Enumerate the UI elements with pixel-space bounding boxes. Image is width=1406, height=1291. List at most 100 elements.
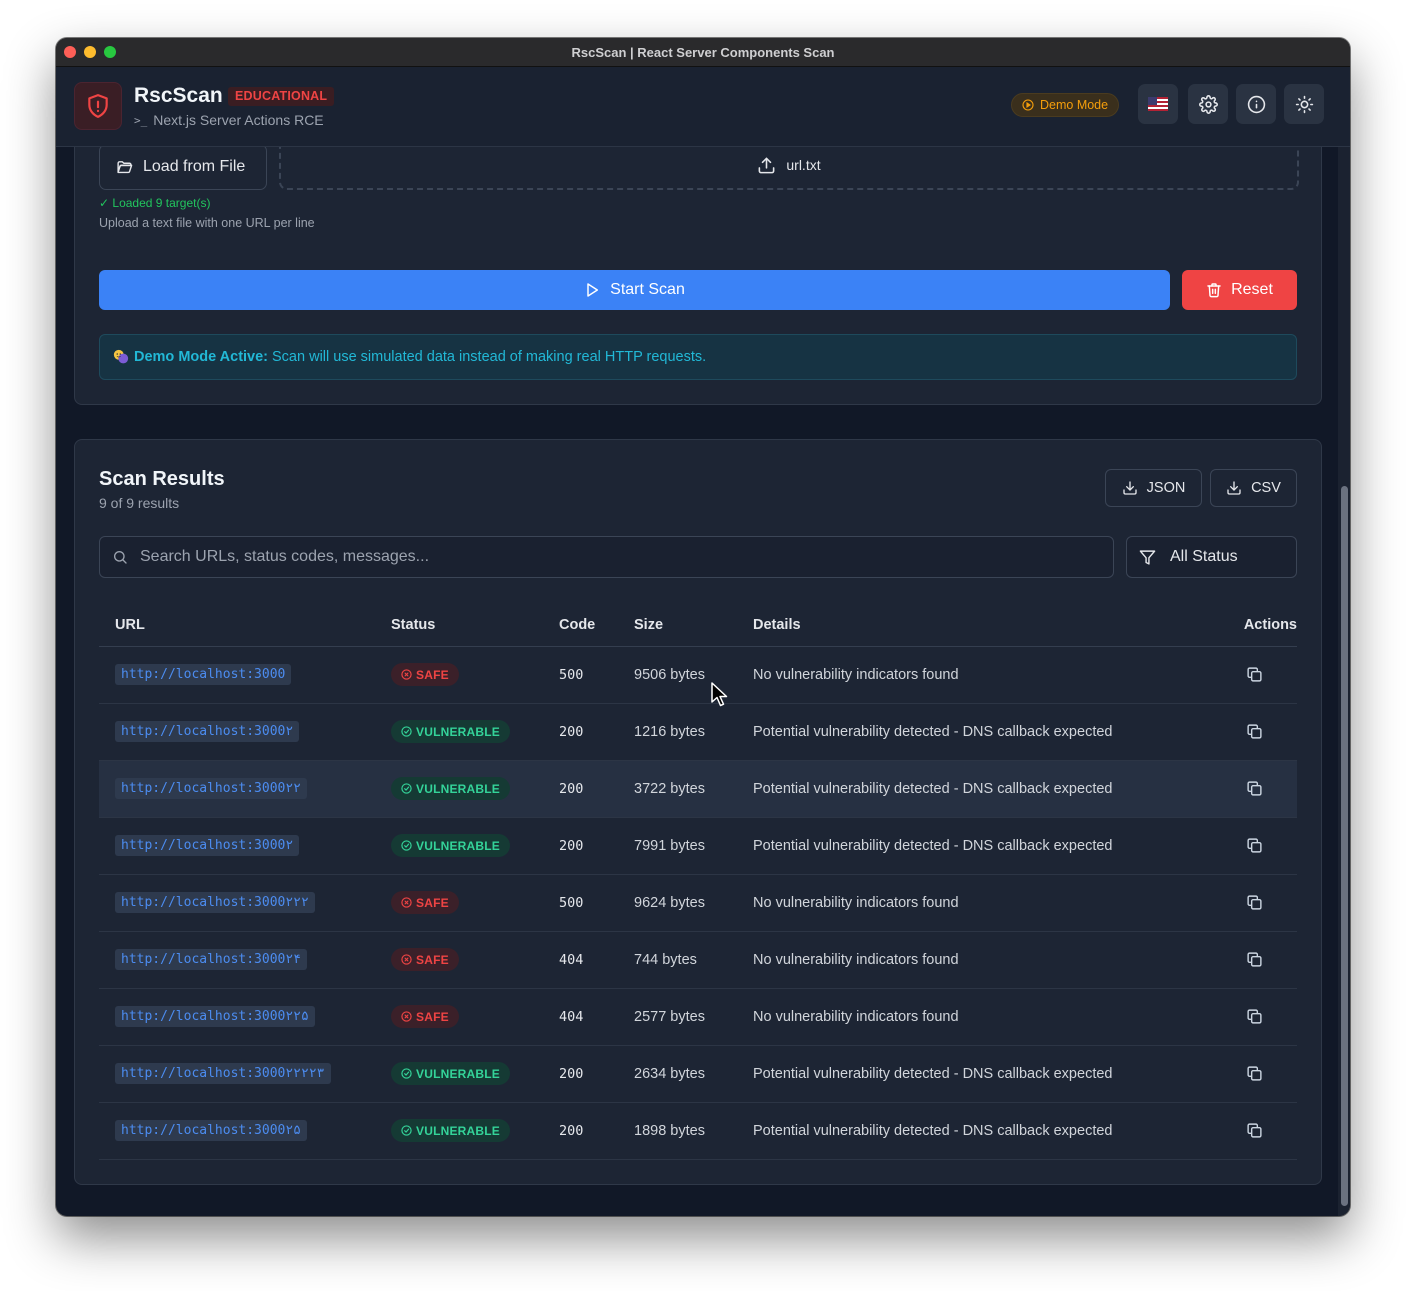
cell-status: SAFE: [391, 874, 559, 932]
shield-logo-icon: [74, 82, 122, 130]
cell-url: http://localhost:3000۲۲۵: [99, 988, 391, 1046]
cell-actions: [1207, 646, 1297, 704]
status-code: 500: [559, 666, 584, 683]
cell-url: http://localhost:3000۲۲۲: [99, 874, 391, 932]
window-title: RscScan | React Server Components Scan: [571, 44, 835, 60]
vertical-scrollbar[interactable]: [1338, 147, 1350, 1216]
copy-button[interactable]: [1242, 1118, 1266, 1142]
copy-button[interactable]: [1242, 833, 1266, 857]
copy-icon: [1246, 1066, 1262, 1081]
url-chip[interactable]: http://localhost:3000۲۲: [115, 778, 308, 799]
upload-icon: [758, 157, 775, 173]
settings-button[interactable]: [1188, 84, 1228, 124]
cell-actions: [1207, 817, 1297, 875]
export-csv-button[interactable]: CSV: [1210, 469, 1297, 507]
status-badge: VULNERABLE: [391, 1062, 511, 1085]
column-header-status[interactable]: Status: [391, 604, 559, 647]
search-input[interactable]: [140, 548, 1040, 566]
url-chip[interactable]: http://localhost:3000۲۴: [115, 949, 308, 970]
url-chip[interactable]: http://localhost:3000۲۲۲: [115, 892, 315, 913]
copy-button[interactable]: [1242, 662, 1266, 686]
export-json-button[interactable]: JSON: [1105, 469, 1202, 507]
info-button[interactable]: [1236, 84, 1276, 124]
cell-details: Potential vulnerability detected - DNS c…: [753, 817, 1207, 875]
gear-icon: [1198, 94, 1218, 114]
status-filter-select[interactable]: All Status: [1126, 536, 1297, 578]
column-header-details[interactable]: Details: [753, 604, 1207, 647]
copy-button[interactable]: [1242, 1061, 1266, 1085]
status-code: 500: [559, 894, 584, 911]
cell-details: No vulnerability indicators found: [753, 988, 1207, 1046]
copy-button[interactable]: [1242, 776, 1266, 800]
check-circle-icon: [401, 1125, 412, 1136]
cell-actions: [1207, 931, 1297, 989]
reset-button[interactable]: Reset: [1182, 270, 1297, 310]
cell-size: 9624 bytes: [634, 874, 753, 932]
status-filter-value: All Status: [1170, 548, 1238, 565]
cell-url: http://localhost:3000۲۲۲۲۳: [99, 1045, 391, 1103]
app-header: RscScan EDUCATIONAL >_ Next.js Server Ac…: [56, 67, 1350, 147]
check-circle-icon: [401, 726, 412, 737]
main-content: Load from File url.txt ✓ Loaded 9 target…: [56, 147, 1350, 1216]
start-scan-button[interactable]: Start Scan: [99, 270, 1170, 310]
us-flag-icon: [1148, 97, 1168, 111]
scrollbar-thumb[interactable]: [1341, 486, 1348, 1206]
load-from-file-button[interactable]: Load from File: [99, 147, 267, 190]
table-row[interactable]: http://localhost:3000 SAFE 500 9506 bytes No…: [99, 646, 1297, 704]
copy-button[interactable]: [1242, 890, 1266, 914]
copy-button[interactable]: [1242, 719, 1266, 743]
check-circle-icon: [401, 1068, 412, 1079]
cell-url: http://localhost:3000۲۵: [99, 1102, 391, 1160]
url-chip[interactable]: http://localhost:3000: [115, 664, 292, 685]
reset-label: Reset: [1231, 281, 1273, 298]
status-badge: SAFE: [391, 891, 459, 914]
cell-status: VULNERABLE: [391, 760, 559, 818]
status-label: SAFE: [416, 895, 449, 910]
file-drop-zone[interactable]: url.txt: [279, 147, 1299, 190]
theme-toggle-button[interactable]: [1284, 84, 1324, 124]
column-header-code[interactable]: Code: [559, 604, 634, 647]
maximize-window-button[interactable]: [104, 46, 116, 58]
cell-actions: [1207, 988, 1297, 1046]
cell-size: 1898 bytes: [634, 1102, 753, 1160]
url-chip[interactable]: http://localhost:3000۲۵: [115, 1120, 308, 1141]
folder-open-icon: [117, 160, 133, 173]
column-header-size[interactable]: Size: [634, 604, 753, 647]
subtitle-text: Next.js Server Actions RCE: [153, 112, 324, 128]
results-table-body: http://localhost:3000 SAFE 500 9506 bytes No…: [99, 646, 1297, 1160]
copy-icon: [1246, 895, 1262, 910]
url-chip[interactable]: http://localhost:3000۲۲۲۲۳: [115, 1063, 331, 1084]
table-row[interactable]: http://localhost:3000۲۲۵ SAFE 404 2577 byte…: [99, 988, 1297, 1046]
status-badge: VULNERABLE: [391, 720, 511, 743]
language-button[interactable]: [1138, 84, 1178, 124]
table-row[interactable]: http://localhost:3000۲ VULNERABLE 200 7991 …: [99, 817, 1297, 875]
table-row[interactable]: http://localhost:3000۲ VULNERABLE 200 1216 …: [99, 703, 1297, 761]
cell-status: SAFE: [391, 988, 559, 1046]
close-window-button[interactable]: [64, 46, 76, 58]
url-chip[interactable]: http://localhost:3000۲: [115, 835, 300, 856]
table-row[interactable]: http://localhost:3000۲۲۲۲۳ VULNERABLE 200 2…: [99, 1045, 1297, 1103]
copy-button[interactable]: [1242, 1004, 1266, 1028]
results-title: Scan Results: [99, 468, 225, 490]
table-row[interactable]: http://localhost:3000۲۵ VULNERABLE 200 1898…: [99, 1102, 1297, 1160]
demo-mode-badge[interactable]: Demo Mode: [1011, 93, 1120, 117]
cell-url: http://localhost:3000۲۲: [99, 760, 391, 818]
url-chip[interactable]: http://localhost:3000۲: [115, 721, 300, 742]
url-chip[interactable]: http://localhost:3000۲۲۵: [115, 1006, 315, 1027]
copy-icon: [1246, 724, 1262, 739]
load-from-file-label: Load from File: [143, 158, 246, 175]
status-code: 200: [559, 1065, 584, 1082]
download-icon: [1227, 481, 1241, 495]
cell-url: http://localhost:3000۲: [99, 703, 391, 761]
copy-button[interactable]: [1242, 947, 1266, 971]
table-row[interactable]: http://localhost:3000۲۴ SAFE 404 744 bytes N…: [99, 931, 1297, 989]
check-circle-icon: [401, 783, 412, 794]
cell-url: http://localhost:3000۲: [99, 817, 391, 875]
minimize-window-button[interactable]: [84, 46, 96, 58]
column-header-url[interactable]: URL: [99, 604, 391, 647]
table-row[interactable]: http://localhost:3000۲۲ VULNERABLE 200 3722…: [99, 760, 1297, 818]
cell-code: 200: [559, 703, 634, 761]
status-badge: VULNERABLE: [391, 1119, 511, 1142]
table-row[interactable]: http://localhost:3000۲۲۲ SAFE 500 9624 byte…: [99, 874, 1297, 932]
app-window: RscScan | React Server Components Scan R…: [56, 38, 1350, 1216]
